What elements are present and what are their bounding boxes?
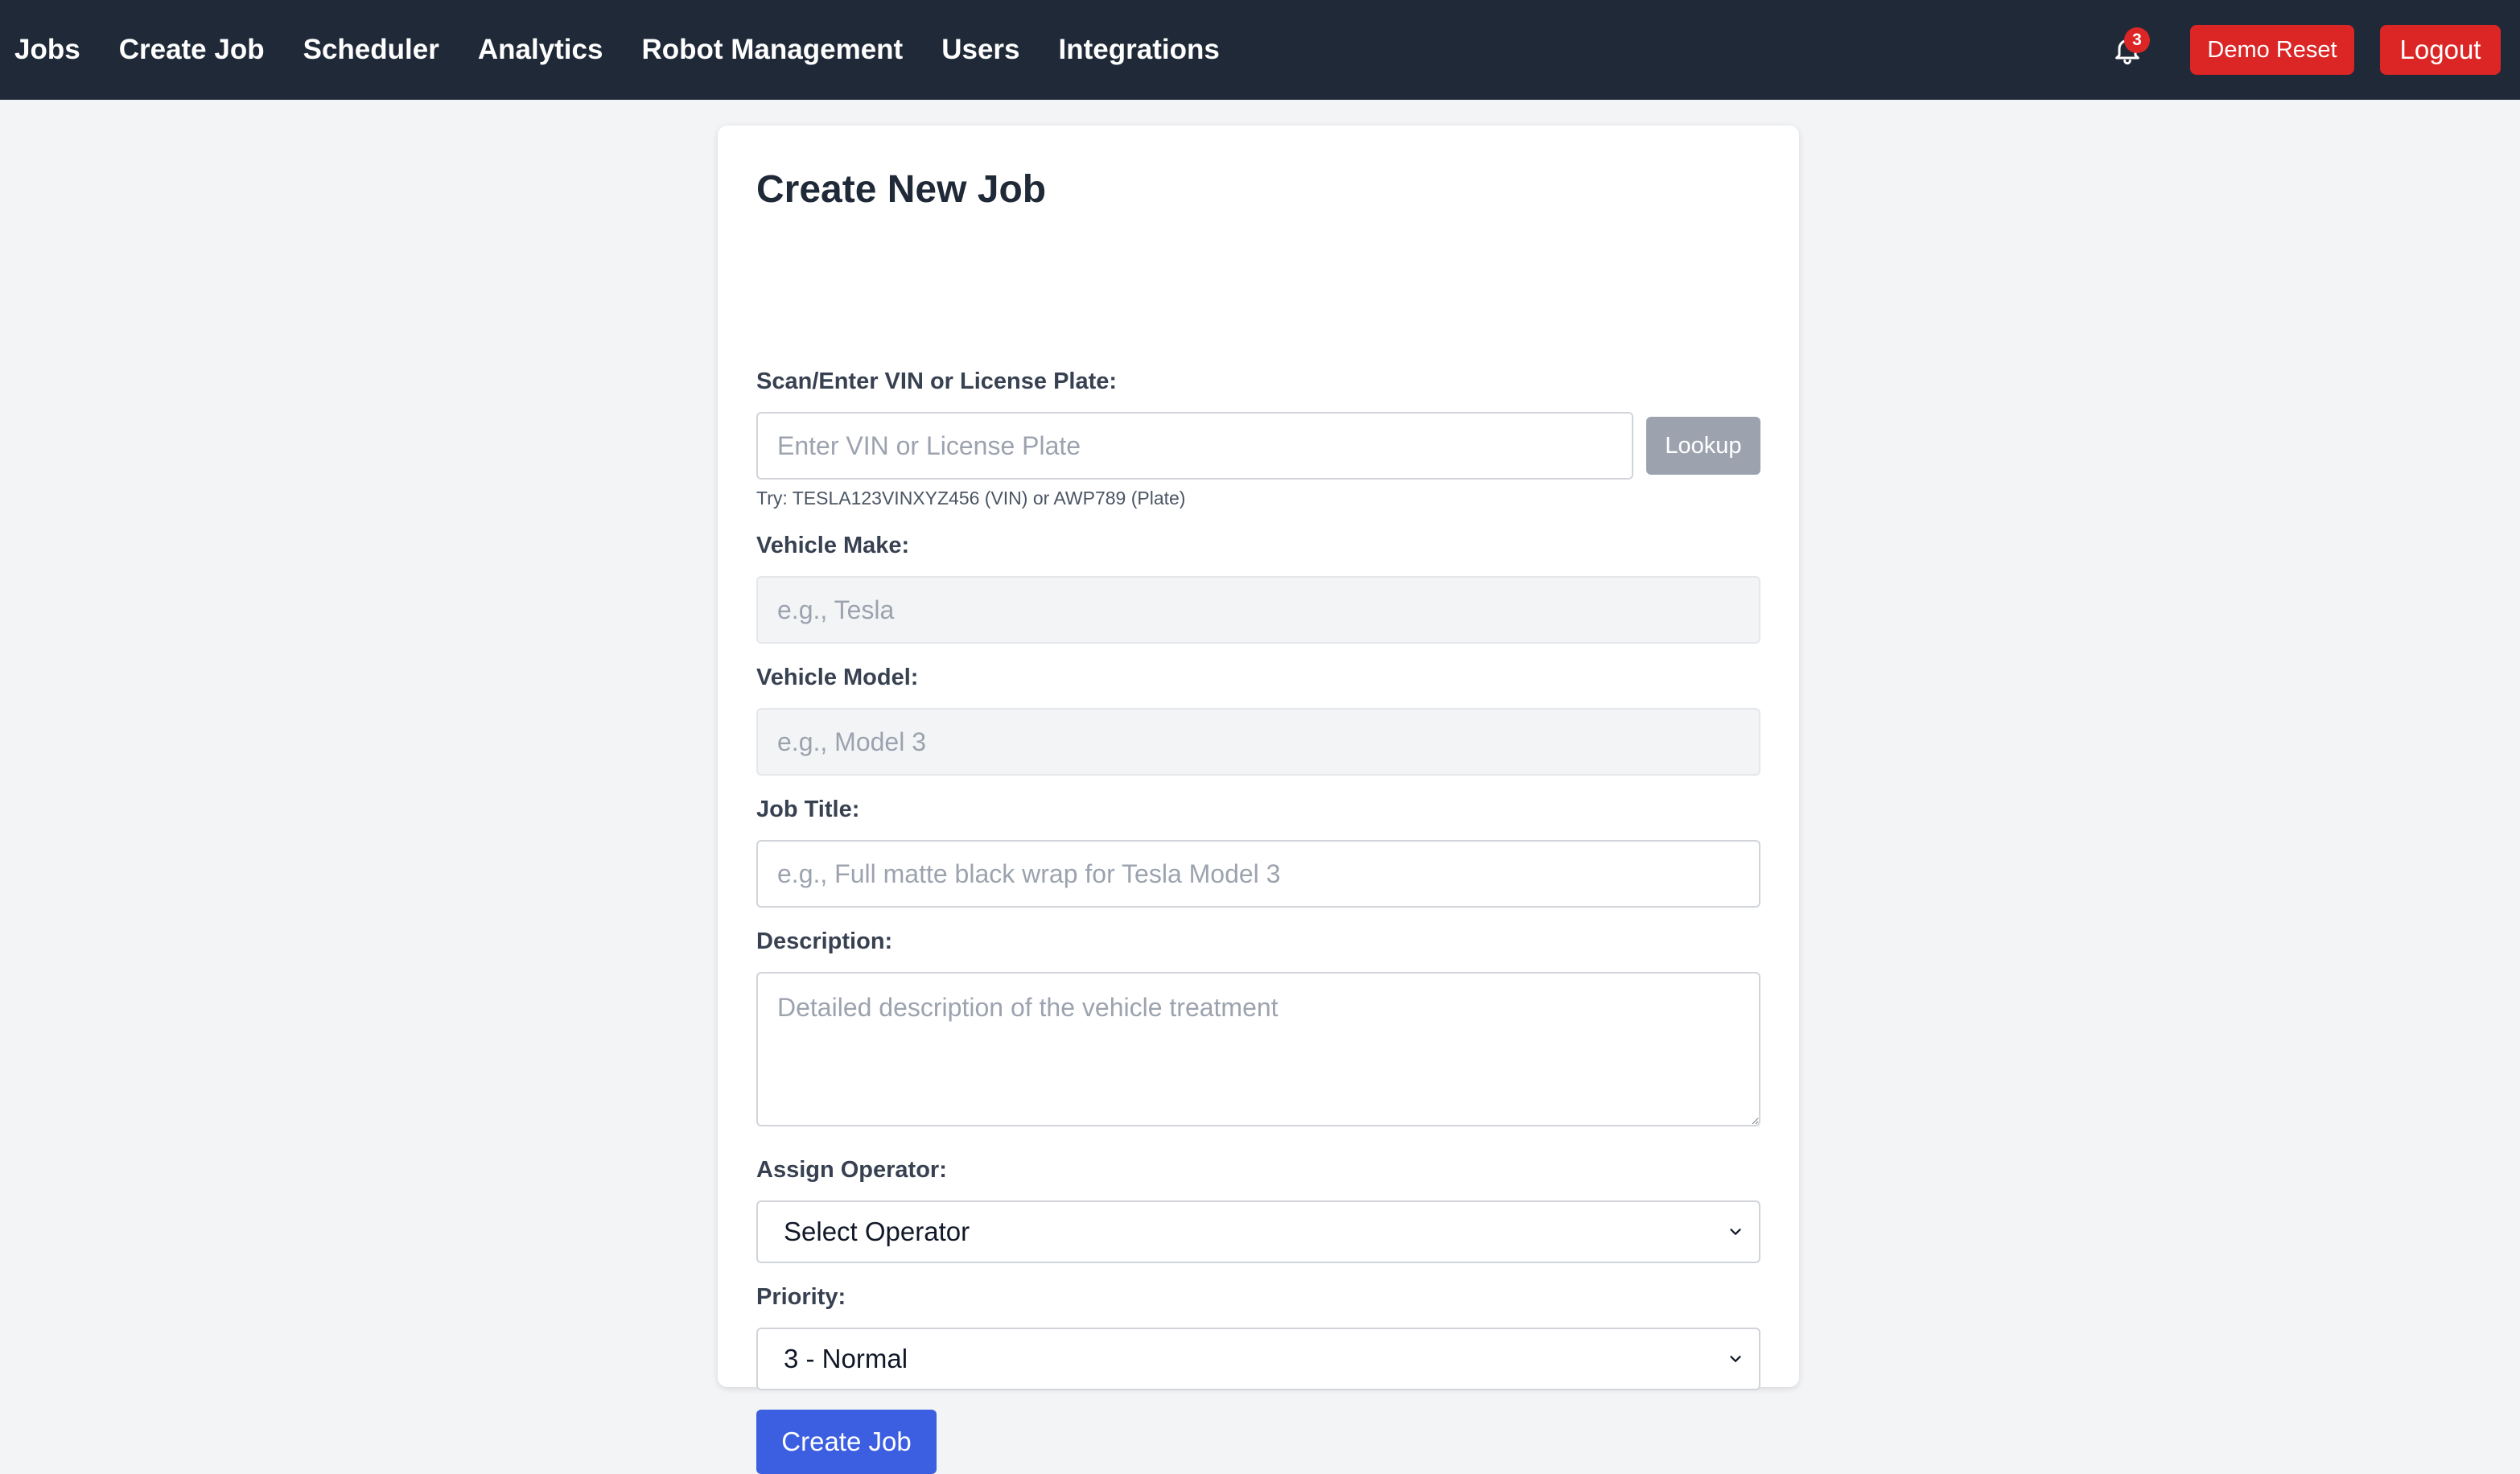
vin-label: Scan/Enter VIN or License Plate: [756,368,1118,394]
nav-link-users[interactable]: Users [941,34,1019,66]
priority-select-value: 3 - Normal [784,1344,908,1373]
create-job-submit-button[interactable]: Create Job [756,1410,937,1474]
nav-link-robot-management[interactable]: Robot Management [641,34,903,66]
chevron-down-icon [1730,1356,1741,1362]
nav-actions: 3 Demo Reset Logout [2105,25,2501,75]
vehicle-model-label: Vehicle Model: [756,665,919,690]
job-title-label: Job Title: [756,797,860,822]
notifications-button[interactable]: 3 [2105,27,2150,72]
vehicle-model-input [756,708,1760,776]
page-title: Create New Job [756,168,1047,211]
notification-count-badge: 3 [2124,27,2150,53]
chevron-down-icon [1730,1229,1741,1235]
priority-select[interactable]: 3 - Normal [756,1328,1760,1390]
priority-label: Priority: [756,1284,846,1310]
description-label: Description: [756,928,893,954]
lookup-button[interactable]: Lookup [1646,417,1760,475]
vin-hint: Try: TESLA123VINXYZ456 (VIN) or AWP789 (… [756,488,1186,508]
create-job-card: Create New Job Scan/Enter VIN or License… [718,126,1799,1474]
nav-link-scheduler[interactable]: Scheduler [303,34,439,66]
nav-links: Jobs Create Job Scheduler Analytics Robo… [14,34,1220,66]
description-textarea[interactable] [756,972,1760,1126]
nav-link-create-job[interactable]: Create Job [119,34,265,66]
demo-reset-button[interactable]: Demo Reset [2190,25,2354,75]
assign-operator-label: Assign Operator: [756,1157,947,1183]
job-title-input[interactable] [756,840,1760,908]
vin-input[interactable] [756,412,1633,480]
nav-link-integrations[interactable]: Integrations [1059,34,1220,66]
top-navbar: Jobs Create Job Scheduler Analytics Robo… [0,0,2520,100]
operator-select-value: Select Operator [784,1217,970,1246]
nav-link-jobs[interactable]: Jobs [14,34,80,66]
logout-button[interactable]: Logout [2380,25,2501,75]
nav-link-analytics[interactable]: Analytics [478,34,603,66]
vehicle-make-input [756,576,1760,644]
operator-select[interactable]: Select Operator [756,1200,1760,1263]
vehicle-make-label: Vehicle Make: [756,533,910,558]
